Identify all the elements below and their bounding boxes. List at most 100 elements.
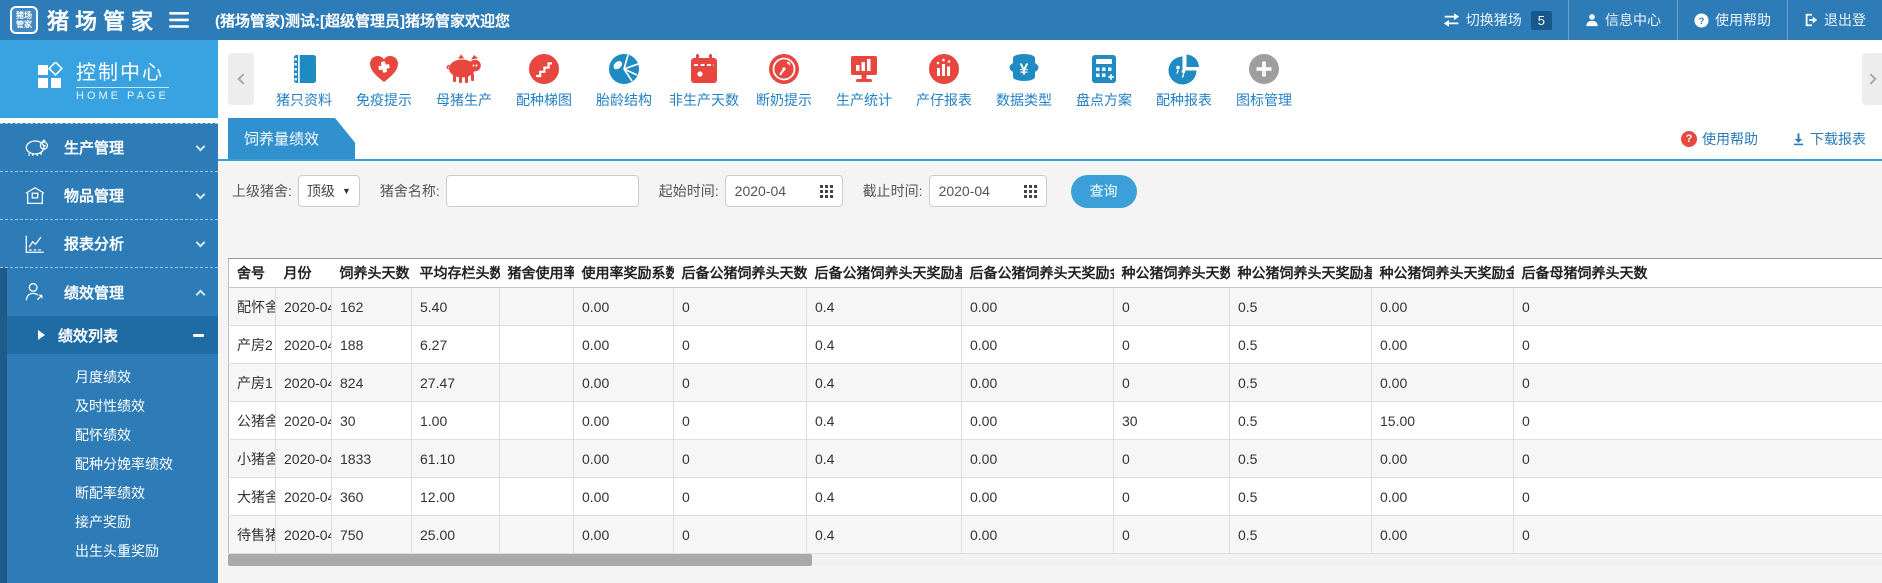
switch-farm-button[interactable]: 切换猪场 5	[1427, 0, 1568, 40]
table-row-1: 配怀舍 2020-04 162 5.40 0.00 0 0.4 0.00 0 0.5 0.00 0	[228, 287, 1882, 326]
table-row-2: 产房2 2020-04 188 6.27 0.00 0 0.4 0.00 0 0.5 0.00 0	[228, 325, 1882, 364]
end-date-input[interactable]: 2020-04	[928, 175, 1047, 207]
sidebar-item-1[interactable]: 生产管理	[0, 124, 218, 172]
shortcut-9[interactable]: 产仔报表	[904, 49, 984, 110]
table-cell: 162	[331, 287, 412, 326]
house-name-input[interactable]	[445, 175, 639, 207]
table-cell: 15.00	[1371, 401, 1514, 440]
table-cell: 0.00	[961, 477, 1114, 516]
usage-help-button[interactable]: ? 使用帮助	[1677, 0, 1787, 40]
shortcut-label: 胎龄结构	[596, 91, 652, 108]
sidebar-submenu: 月度绩效 及时性绩效 配怀绩效 配种分娩率绩效 断配率绩效 接产奖励 出生头重奖励	[0, 354, 218, 566]
table-cell: 0.5	[1229, 401, 1372, 440]
submenu-item-3[interactable]: 配怀绩效	[0, 421, 218, 450]
sidebar-item-2[interactable]: 物品管理	[0, 172, 218, 220]
search-button[interactable]: 查询	[1070, 174, 1137, 208]
col-header-10: 种公猪饲养头天数	[1113, 258, 1230, 288]
table-cell: 12.00	[411, 477, 500, 516]
shortcut-10[interactable]: ¥ 数据类型	[984, 49, 1064, 110]
table-cell: 待售猪	[228, 515, 276, 554]
table-cell: 188	[331, 325, 412, 364]
shortcut-6[interactable]: 非生产天数	[664, 49, 744, 110]
user-icon	[1585, 13, 1599, 27]
table-cell: 0.00	[573, 515, 674, 554]
menu-toggle-icon[interactable]	[169, 12, 190, 28]
table-cell: 750	[331, 515, 412, 554]
table-cell: 1.00	[411, 401, 500, 440]
shortcut-1[interactable]: 猪只资料	[264, 49, 344, 110]
table-cell: 30	[331, 401, 412, 440]
submenu-item-2[interactable]: 及时性绩效	[0, 392, 218, 421]
message-center-label: 信息中心	[1605, 12, 1661, 28]
submenu-item-1[interactable]: 月度绩效	[0, 363, 218, 392]
chevron-left-icon	[236, 73, 249, 85]
shortcut-8[interactable]: 生产统计	[824, 49, 904, 110]
download-report-link[interactable]: 下载报表	[1792, 129, 1866, 149]
sidebar-header[interactable]: 控制中心 HOME PAGE	[0, 40, 218, 118]
submenu-item-5[interactable]: 断配率绩效	[0, 479, 218, 508]
shortcut-12[interactable]: 配种报表	[1144, 49, 1224, 110]
horizontal-scrollbar[interactable]	[228, 554, 1882, 566]
shortcut-2[interactable]: 免疫提示	[344, 49, 424, 110]
chart-circle-icon	[927, 49, 961, 89]
table-cell: 0.00	[573, 325, 674, 364]
start-date-input[interactable]: 2020-04	[724, 175, 843, 207]
parent-house-select[interactable]: 顶级 ▼	[297, 175, 360, 207]
table-cell: 27.47	[411, 363, 500, 402]
tab-links: ? 使用帮助 下载报表	[1681, 118, 1866, 159]
chevron-down-icon	[195, 141, 206, 151]
table-cell: 0.00	[573, 363, 674, 402]
table-cell: 0.00	[961, 515, 1114, 554]
brand-title: 猪场管家	[47, 9, 160, 35]
table-cell: 2020-04	[275, 363, 332, 402]
shortcut-4[interactable]: 配种梯图	[504, 49, 584, 110]
sidebar-item-4[interactable]: 绩效管理	[0, 268, 218, 316]
iconbar-scroll-left-button[interactable]	[228, 53, 254, 105]
table-row-3: 产房1 2020-04 824 27.47 0.00 0 0.4 0.00 0 0.5 0.00 0	[228, 363, 1882, 402]
sidebar-item-performance-list[interactable]: 绩效列表	[0, 316, 218, 354]
table-cell: 0.5	[1229, 439, 1372, 478]
table-cell	[499, 439, 574, 478]
book-icon	[287, 49, 321, 89]
submenu-item-7[interactable]: 出生头重奖励	[0, 537, 218, 566]
page-title: (猪场管家)测试:[超级管理员]猪场管家欢迎您	[215, 12, 510, 30]
table-cell: 0	[1113, 287, 1230, 326]
scrollbar-thumb[interactable]	[228, 554, 812, 566]
shortcut-7[interactable]: 断奶提示	[744, 49, 824, 110]
switch-icon	[1443, 13, 1460, 27]
submenu-item-4[interactable]: 配种分娩率绩效	[0, 450, 218, 479]
message-center-button[interactable]: 信息中心	[1568, 0, 1677, 40]
tab-feeding-performance[interactable]: 饲养量绩效	[228, 118, 355, 159]
table-cell: 0.00	[573, 287, 674, 326]
table-cell: 2020-04	[275, 401, 332, 440]
plus-icon	[1247, 49, 1281, 89]
logout-button[interactable]: 退出登	[1787, 0, 1882, 40]
table-cell	[499, 477, 574, 516]
submenu-item-6[interactable]: 接产奖励	[0, 508, 218, 537]
col-header-13: 后备母猪饲养头天数	[1513, 258, 1882, 288]
topbar: 猪场 管家 猪场管家 (猪场管家)测试:[超级管理员]猪场管家欢迎您 切换猪场 5…	[0, 0, 1882, 40]
shortcut-label: 母猪生产	[436, 91, 492, 108]
table-row-5: 小猪舍 2020-04 1833 61.10 0.00 0 0.4 0.00 0 0.5 0.00 0	[228, 439, 1882, 478]
select-arrow-icon: ▼	[341, 186, 351, 196]
shortcut-5[interactable]: 胎龄结构	[584, 49, 664, 110]
logo-text-bottom: 管家	[16, 20, 32, 29]
table-cell: 61.10	[411, 439, 500, 478]
table-cell: 0	[1513, 363, 1882, 402]
shortcut-13[interactable]: 图标管理	[1224, 49, 1304, 110]
table-cell: 0.5	[1229, 477, 1372, 516]
logo-text-top: 猪场	[16, 11, 32, 20]
table-cell: 0.00	[1371, 515, 1514, 554]
table-cell: 0.00	[961, 287, 1114, 326]
table-cell: 公猪舍	[228, 401, 276, 440]
table-cell: 产房1	[228, 363, 276, 402]
shortcut-3[interactable]: 母猪生产	[424, 49, 504, 110]
sidebar-item-label: 生产管理	[64, 140, 125, 157]
table-cell: 0.4	[806, 515, 962, 554]
table-cell: 0.00	[1371, 439, 1514, 478]
usage-help-link[interactable]: ? 使用帮助	[1681, 129, 1758, 149]
table-cell: 0	[673, 401, 807, 440]
sidebar-item-3[interactable]: 报表分析	[0, 220, 218, 268]
iconbar-scroll-right-button[interactable]	[1862, 53, 1882, 105]
shortcut-11[interactable]: 盘点方案	[1064, 49, 1144, 110]
